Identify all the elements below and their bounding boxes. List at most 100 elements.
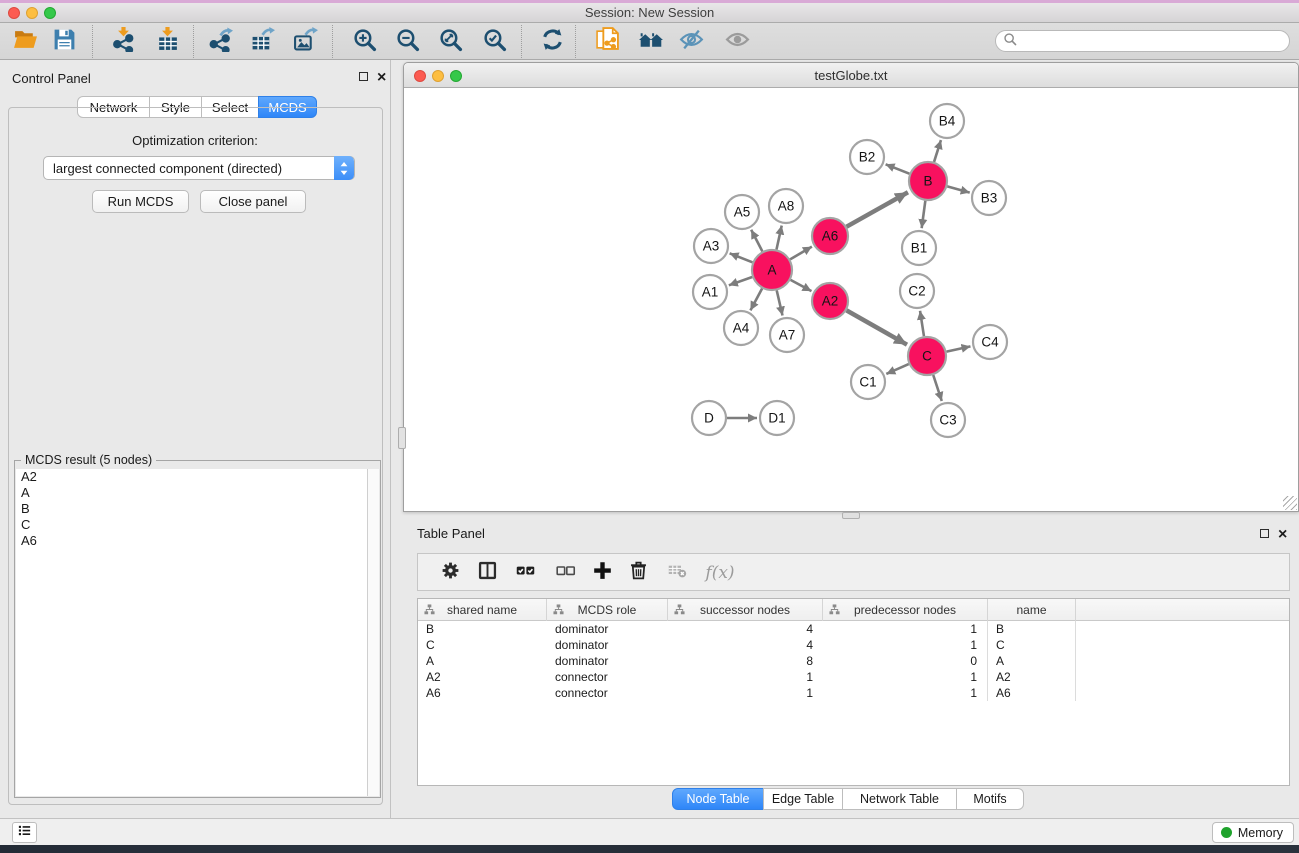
graph-edge[interactable] (729, 277, 752, 285)
graph-edge[interactable] (776, 226, 781, 250)
float-table-panel-icon[interactable] (1260, 529, 1269, 538)
add-column-button[interactable] (590, 561, 614, 585)
table-row[interactable]: Adominator80A (418, 653, 1289, 669)
zoom-fit-button[interactable] (435, 27, 465, 56)
deselect-all-columns-button[interactable] (553, 561, 577, 585)
toggle-graphics-details-button[interactable] (676, 27, 706, 56)
graph-edge[interactable] (791, 280, 812, 291)
criterion-dropdown[interactable]: largest connected component (directed) (43, 156, 355, 180)
zoom-fit-icon (438, 27, 463, 57)
graph-edge[interactable] (922, 201, 926, 228)
tab-node-table[interactable]: Node Table (672, 788, 764, 810)
table-settings-button[interactable] (438, 561, 462, 585)
mcds-result-scrollbar[interactable] (367, 469, 379, 796)
graph-edge[interactable] (947, 346, 971, 351)
table-cell: C (418, 637, 547, 653)
status-bar: Memory (0, 818, 1299, 845)
table-toolbar: f(x) (417, 553, 1290, 591)
criterion-value: largest connected component (directed) (53, 161, 282, 176)
graph-edge[interactable] (847, 192, 908, 226)
task-history-button[interactable] (12, 822, 37, 843)
network-window-titlebar[interactable]: testGlobe.txt (404, 63, 1298, 88)
graph-node-label: C4 (981, 335, 999, 350)
delete-table-button[interactable] (665, 561, 689, 585)
memory-button[interactable]: Memory (1212, 822, 1294, 843)
eye-slash-icon (679, 27, 704, 57)
graph-edge[interactable] (751, 230, 762, 252)
graph-edge[interactable] (730, 253, 753, 262)
graph-edge[interactable] (777, 290, 783, 315)
graph-node-label: A7 (779, 328, 796, 343)
splitter-handle-horizontal[interactable] (842, 512, 860, 519)
table-row[interactable]: A2connector11A2 (418, 669, 1289, 685)
search-input[interactable] (1017, 34, 1267, 48)
close-panel-icon[interactable]: × (377, 72, 386, 84)
column-header-shared-name[interactable]: shared name (418, 599, 547, 621)
table-cell: 4 (668, 637, 823, 653)
tab-network-table[interactable]: Network Table (842, 788, 957, 810)
mcds-result-item[interactable]: A2 (16, 469, 367, 485)
network-view-window: testGlobe.txt B4B2BB3A8A5A6A3B1AC2A1A2A4… (403, 62, 1299, 512)
network-window-title: testGlobe.txt (404, 68, 1298, 83)
network-from-file-button[interactable] (592, 27, 622, 56)
graph-edge[interactable] (934, 140, 941, 162)
main-toolbar (0, 23, 1299, 60)
splitter-handle-vertical[interactable] (398, 427, 406, 449)
close-panel-button[interactable]: Close panel (200, 190, 306, 213)
memory-label: Memory (1238, 826, 1283, 840)
table-cell: C (988, 637, 1076, 653)
apply-layout-button[interactable] (537, 27, 567, 56)
import-network-button[interactable] (108, 27, 138, 56)
plus-icon (592, 560, 613, 586)
import-table-button[interactable] (152, 27, 182, 56)
table-row[interactable]: Cdominator41C (418, 637, 1289, 653)
save-session-button[interactable] (49, 27, 79, 56)
table-row[interactable]: Bdominator41B (418, 621, 1289, 637)
toolbar-separator (332, 25, 333, 58)
show-all-panels-button[interactable] (636, 27, 666, 56)
graph-node-label: B4 (939, 114, 956, 129)
graph-edge[interactable] (933, 375, 942, 401)
network-canvas[interactable]: B4B2BB3A8A5A6A3B1AC2A1A2A4A7C4CC1C3DD1 (404, 88, 1298, 511)
function-builder-button[interactable]: f(x) (700, 561, 740, 585)
trash-icon (628, 560, 649, 586)
zoom-selected-button[interactable] (479, 27, 509, 56)
mcds-result-item[interactable]: C (16, 517, 367, 533)
graph-edge[interactable] (886, 164, 910, 173)
float-panel-icon[interactable] (359, 72, 368, 81)
column-header-mcds-role[interactable]: MCDS role (547, 599, 668, 621)
close-table-panel-icon[interactable]: × (1278, 529, 1287, 541)
graph-edge[interactable] (947, 186, 969, 192)
run-mcds-button[interactable]: Run MCDS (92, 190, 189, 213)
graph-edge[interactable] (847, 310, 907, 344)
table-cell: B (418, 621, 547, 637)
select-all-columns-button[interactable] (513, 561, 537, 585)
graph-edge[interactable] (886, 364, 908, 374)
export-table-button[interactable] (247, 27, 277, 56)
tab-edge-table[interactable]: Edge Table (763, 788, 843, 810)
open-session-button[interactable] (10, 27, 40, 56)
graph-edge[interactable] (750, 289, 762, 311)
mcds-result-item[interactable]: B (16, 501, 367, 517)
delete-column-button[interactable] (626, 561, 650, 585)
table-row[interactable]: A6connector11A6 (418, 685, 1289, 701)
column-header-successor-nodes[interactable]: successor nodes (668, 599, 823, 621)
birds-eye-view-button[interactable] (722, 27, 752, 56)
graph-edge[interactable] (920, 311, 924, 336)
graph-edge[interactable] (790, 247, 812, 260)
search-box[interactable] (995, 30, 1290, 52)
graph-node-label: C1 (859, 375, 876, 390)
session-title: Session: New Session (0, 5, 1299, 20)
mcds-result-item[interactable]: A6 (16, 533, 367, 549)
graph-node-label: B1 (911, 241, 928, 256)
show-column-panel-button[interactable] (475, 561, 499, 585)
tab-motifs[interactable]: Motifs (956, 788, 1024, 810)
window-resize-grip[interactable] (1283, 496, 1297, 510)
export-network-button[interactable] (205, 27, 235, 56)
zoom-out-button[interactable] (392, 27, 422, 56)
column-header-name[interactable]: name (988, 599, 1076, 621)
mcds-result-item[interactable]: A (16, 485, 367, 501)
zoom-in-button[interactable] (349, 27, 379, 56)
export-image-button[interactable] (290, 27, 320, 56)
column-header-predecessor-nodes[interactable]: predecessor nodes (823, 599, 988, 621)
